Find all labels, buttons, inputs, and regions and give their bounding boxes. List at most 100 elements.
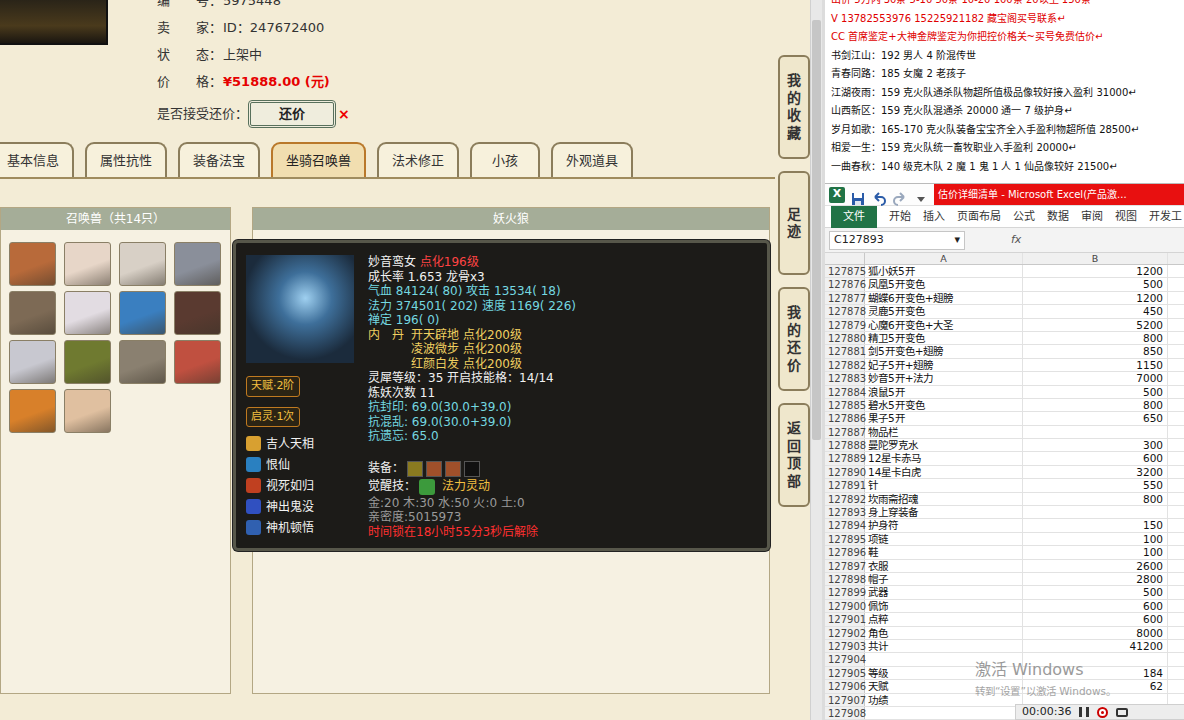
cell[interactable]: 2800 <box>1023 573 1168 585</box>
row-number[interactable]: 127878 <box>825 305 865 317</box>
cell[interactable]: 1200 <box>1023 292 1168 304</box>
cell[interactable]: 12星卡赤马 <box>865 452 1023 464</box>
cell[interactable]: 武器 <box>865 586 1023 598</box>
ribbon-tab[interactable]: 开发工 <box>1143 206 1184 228</box>
cell[interactable]: 身上穿装备 <box>865 506 1023 518</box>
tab[interactable]: 法术修正 <box>377 142 459 177</box>
cell[interactable]: 狐小妖5开 <box>865 265 1023 277</box>
scrollbar[interactable] <box>810 0 822 720</box>
cell[interactable]: 450 <box>1023 305 1168 317</box>
cell[interactable]: 心魔6开变色+大圣 <box>865 319 1023 331</box>
row-number[interactable]: 127899 <box>825 586 865 598</box>
cell[interactable]: 坎雨斋招魂 <box>865 493 1023 505</box>
cell[interactable]: 凤凰5开变色 <box>865 278 1023 290</box>
ribbon-tab[interactable]: 插入 <box>917 206 951 228</box>
ribbon-tab[interactable]: 文件 <box>831 206 877 228</box>
tab[interactable]: 装备法宝 <box>178 142 260 177</box>
row-number[interactable]: 127898 <box>825 573 865 585</box>
corner-cell[interactable] <box>825 253 865 264</box>
ribbon-tab[interactable]: 页面布局 <box>951 206 1007 228</box>
bargain-button[interactable]: 还价 <box>248 100 336 128</box>
customize-dropdown-icon[interactable] <box>913 187 929 203</box>
cell[interactable]: 1150 <box>1023 359 1168 371</box>
tab[interactable]: 小孩 <box>470 142 540 177</box>
row-number[interactable]: 127887 <box>825 426 865 438</box>
cell[interactable]: 500 <box>1023 386 1168 398</box>
row-number[interactable]: 127879 <box>825 319 865 331</box>
row-number[interactable]: 127875 <box>825 265 865 277</box>
cell[interactable]: 850 <box>1023 345 1168 357</box>
name-box-arrow-icon[interactable]: ▾ <box>954 232 960 249</box>
pet-avatar[interactable] <box>174 340 221 384</box>
row-number[interactable]: 127880 <box>825 332 865 344</box>
pet-avatar[interactable] <box>64 389 111 433</box>
pet-avatar[interactable] <box>9 242 56 286</box>
cell[interactable]: 500 <box>1023 278 1168 290</box>
cell[interactable]: 针 <box>865 479 1023 491</box>
tab[interactable]: 外观道具 <box>551 142 633 177</box>
row-number[interactable]: 127882 <box>825 359 865 371</box>
row-number[interactable]: 127901 <box>825 613 865 625</box>
cell[interactable]: 150 <box>1023 519 1168 531</box>
cell[interactable]: 精卫5开变色 <box>865 332 1023 344</box>
equip-icon[interactable] <box>426 461 442 477</box>
cell[interactable]: 浪鼠5开 <box>865 386 1023 398</box>
cell[interactable]: 3200 <box>1023 466 1168 478</box>
column-header[interactable]: A <box>865 253 1023 264</box>
cell[interactable]: 8000 <box>1023 627 1168 639</box>
cell[interactable]: 妃子5开+翅膀 <box>865 359 1023 371</box>
cell[interactable]: 5200 <box>1023 319 1168 331</box>
tab[interactable]: 基本信息 <box>0 142 74 177</box>
cell[interactable]: 600 <box>1023 613 1168 625</box>
equip-icon[interactable] <box>407 461 423 477</box>
row-number[interactable]: 127891 <box>825 479 865 491</box>
cell[interactable]: 碧水5开变色 <box>865 399 1023 411</box>
cell[interactable]: 600 <box>1023 600 1168 612</box>
ribbon-tab[interactable]: 公式 <box>1007 206 1041 228</box>
cell[interactable]: 项链 <box>865 533 1023 545</box>
cell[interactable]: 14星卡白虎 <box>865 466 1023 478</box>
function-icon[interactable]: fx <box>1011 232 1021 249</box>
cell[interactable]: 800 <box>1023 493 1168 505</box>
row-number[interactable]: 127906 <box>825 680 865 692</box>
row-number[interactable]: 127876 <box>825 278 865 290</box>
row-number[interactable]: 127893 <box>825 506 865 518</box>
equip-icon[interactable] <box>464 461 480 477</box>
cell[interactable]: 100 <box>1023 533 1168 545</box>
row-number[interactable]: 127888 <box>825 439 865 451</box>
cell[interactable]: 800 <box>1023 399 1168 411</box>
cell[interactable]: 点粹 <box>865 613 1023 625</box>
equip-icon[interactable] <box>445 461 461 477</box>
row-number[interactable]: 127905 <box>825 667 865 679</box>
cell[interactable]: 佩饰 <box>865 600 1023 612</box>
cell[interactable]: 蝴蝶6开变色+翅膀 <box>865 292 1023 304</box>
cell[interactable]: 护身符 <box>865 519 1023 531</box>
pause-icon[interactable] <box>1079 707 1089 717</box>
cell[interactable]: 灵鹿5开变色 <box>865 305 1023 317</box>
row-number[interactable]: 127885 <box>825 399 865 411</box>
cell[interactable]: 衣服 <box>865 560 1023 572</box>
name-box[interactable]: C127893▾ <box>829 231 965 250</box>
row-number[interactable]: 127892 <box>825 493 865 505</box>
cell[interactable]: 500 <box>1023 586 1168 598</box>
pet-avatar[interactable] <box>64 291 111 335</box>
record-icon[interactable] <box>1097 707 1108 718</box>
cell[interactable]: 鞋 <box>865 546 1023 558</box>
row-number[interactable]: 127881 <box>825 345 865 357</box>
tab[interactable]: 属性抗性 <box>85 142 167 177</box>
side-button[interactable]: 我的还价 <box>778 287 810 391</box>
cell[interactable]: 100 <box>1023 546 1168 558</box>
pet-avatar[interactable] <box>9 291 56 335</box>
cell[interactable]: 物品栏 <box>865 426 1023 438</box>
row-number[interactable]: 127900 <box>825 600 865 612</box>
column-header[interactable]: B <box>1023 253 1168 264</box>
pet-avatar[interactable] <box>119 340 166 384</box>
cell[interactable]: 果子5开 <box>865 412 1023 424</box>
cell[interactable]: 800 <box>1023 332 1168 344</box>
cell[interactable]: 300 <box>1023 439 1168 451</box>
row-number[interactable]: 127897 <box>825 560 865 572</box>
cell[interactable]: 650 <box>1023 412 1168 424</box>
cell[interactable]: 7000 <box>1023 372 1168 384</box>
cell[interactable]: 曼陀罗克水 <box>865 439 1023 451</box>
redo-icon[interactable] <box>892 187 908 203</box>
